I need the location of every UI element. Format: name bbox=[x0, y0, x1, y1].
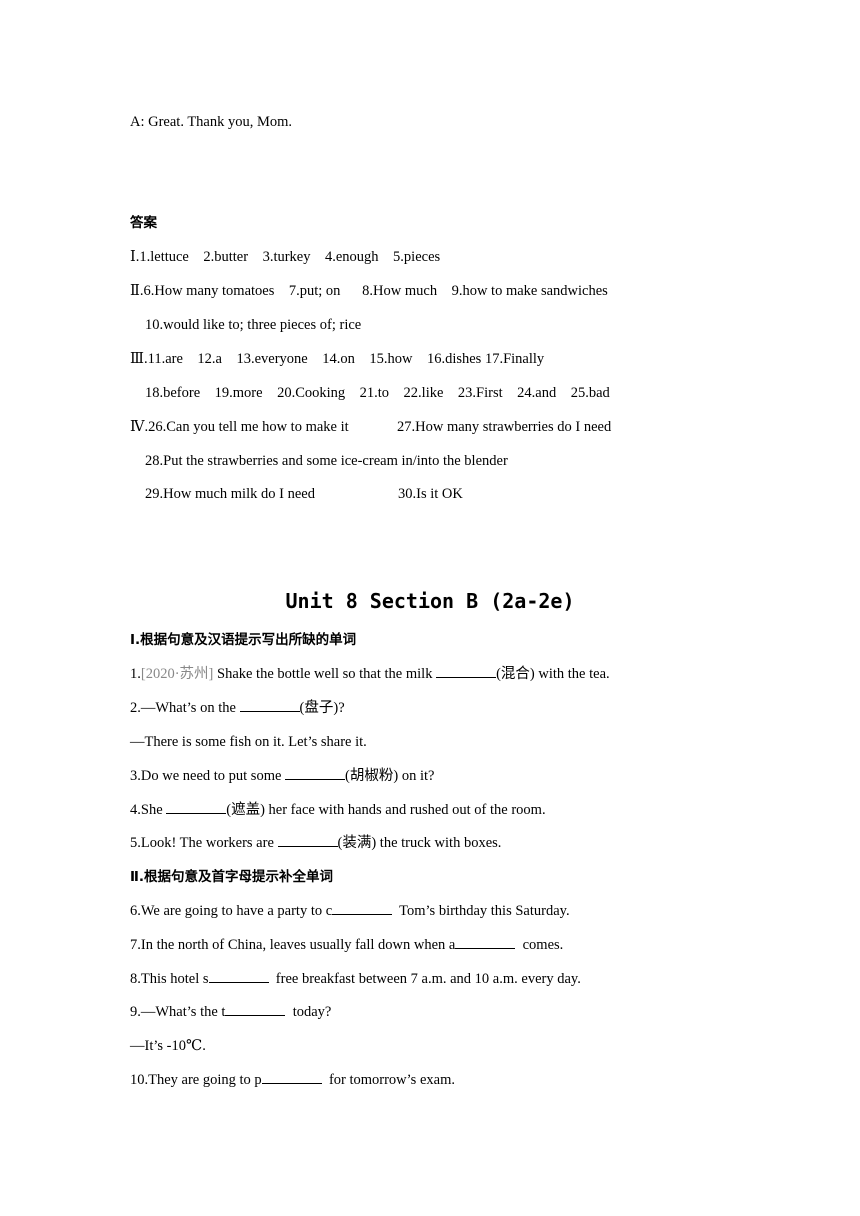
question-text: with the tea. bbox=[534, 666, 610, 682]
question-3: 3.Do we need to put some (胡椒粉) on it? bbox=[130, 767, 434, 785]
answer-blank[interactable] bbox=[285, 767, 346, 780]
question-text: her face with hands and rushed out of th… bbox=[264, 802, 546, 818]
question-9: 9.—What’s the t today? bbox=[130, 1003, 331, 1021]
question-8: 8.This hotel s free breakfast between 7 … bbox=[130, 970, 581, 988]
question-text: 2.—What’s on the bbox=[130, 700, 240, 716]
question-2-reply: —There is some fish on it. Let’s share i… bbox=[130, 734, 367, 750]
question-text: comes. bbox=[515, 937, 564, 953]
chinese-hint: (胡椒粉) bbox=[345, 768, 399, 784]
dialogue-line: A: Great. Thank you, Mom. bbox=[130, 114, 293, 130]
answer-part3-line2: 18.before 19.more 20.Cooking 21.to 22.li… bbox=[145, 385, 610, 401]
question-text: Tom’s birthday this Saturday. bbox=[392, 903, 570, 919]
question-text: 10.They are going to p bbox=[130, 1072, 262, 1088]
answer-part4-line2: 28.Put the strawberries and some ice-cre… bbox=[145, 453, 508, 469]
chinese-hint: (遮盖) bbox=[226, 802, 265, 818]
question-number: 1. bbox=[130, 666, 141, 682]
unit-title: Unit 8 Section B (2a-2e) bbox=[285, 589, 575, 613]
question-6: 6.We are going to have a party to c Tom’… bbox=[130, 902, 570, 920]
chinese-hint: (装满) bbox=[337, 835, 377, 851]
answer-blank[interactable] bbox=[225, 1003, 286, 1016]
answer-blank[interactable] bbox=[208, 970, 269, 983]
answer-blank[interactable] bbox=[332, 902, 393, 915]
question-text: Shake the bottle well so that the milk bbox=[213, 666, 437, 682]
question-text: 9.—What’s the t bbox=[130, 1004, 226, 1020]
question-text: free breakfast between 7 a.m. and 10 a.m… bbox=[268, 971, 581, 987]
answer-part2-line1: Ⅱ.6.How many tomatoes 7.put; on 8.How mu… bbox=[130, 283, 608, 299]
question-text: for tomorrow’s exam. bbox=[321, 1072, 455, 1088]
question-2: 2.—What’s on the (盘子)? bbox=[130, 699, 345, 717]
question-text: ? bbox=[338, 700, 345, 716]
question-text: on it? bbox=[398, 768, 435, 784]
question-9-reply: —It’s -10℃. bbox=[130, 1038, 206, 1054]
answers-heading: 答案 bbox=[130, 215, 157, 231]
question-1: 1.[2020·苏州] Shake the bottle well so tha… bbox=[130, 665, 610, 683]
answer-blank[interactable] bbox=[277, 834, 338, 847]
question-source: [2020·苏州] bbox=[140, 666, 214, 682]
question-7: 7.In the north of China, leaves usually … bbox=[130, 936, 563, 954]
question-10: 10.They are going to p for tomorrow’s ex… bbox=[130, 1071, 455, 1089]
section2-heading: Ⅱ.根据句意及首字母提示补全单词 bbox=[130, 869, 334, 885]
question-text: 3.Do we need to put some bbox=[130, 768, 286, 784]
answer-part2-line2: 10.would like to; three pieces of; rice bbox=[145, 317, 362, 333]
answer-blank[interactable] bbox=[261, 1071, 322, 1084]
section1-heading: Ⅰ.根据句意及汉语提示写出所缺的单词 bbox=[130, 632, 357, 648]
answer-blank[interactable] bbox=[166, 801, 227, 814]
question-4: 4.She (遮盖) her face with hands and rushe… bbox=[130, 801, 546, 819]
answer-part4-line3a: 29.How much milk do I need bbox=[145, 486, 315, 502]
question-5: 5.Look! The workers are (装满) the truck w… bbox=[130, 834, 501, 852]
question-text: 6.We are going to have a party to c bbox=[130, 903, 333, 919]
answer-part4-line1a: Ⅳ.26.Can you tell me how to make it bbox=[130, 419, 349, 435]
question-text: today? bbox=[285, 1004, 332, 1020]
answer-part4-line3b: 30.Is it OK bbox=[398, 486, 463, 502]
answer-blank[interactable] bbox=[239, 699, 300, 712]
answer-part1: Ⅰ.1.lettuce 2.butter 3.turkey 4.enough 5… bbox=[130, 249, 441, 265]
answer-part4-line1b: 27.How many strawberries do I need bbox=[397, 419, 612, 435]
question-text: 5.Look! The workers are bbox=[130, 835, 278, 851]
question-text: 8.This hotel s bbox=[130, 971, 209, 987]
chinese-hint: (盘子) bbox=[299, 700, 339, 716]
question-text: 7.In the north of China, leaves usually … bbox=[130, 937, 456, 953]
answer-blank[interactable] bbox=[455, 936, 516, 949]
chinese-hint: (混合) bbox=[496, 666, 535, 682]
answer-part3-line1: Ⅲ.11.are 12.a 13.everyone 14.on 15.how 1… bbox=[130, 351, 545, 367]
question-text: the truck with boxes. bbox=[376, 835, 502, 851]
question-text: 4.She bbox=[130, 802, 167, 818]
answer-blank[interactable] bbox=[436, 665, 497, 678]
